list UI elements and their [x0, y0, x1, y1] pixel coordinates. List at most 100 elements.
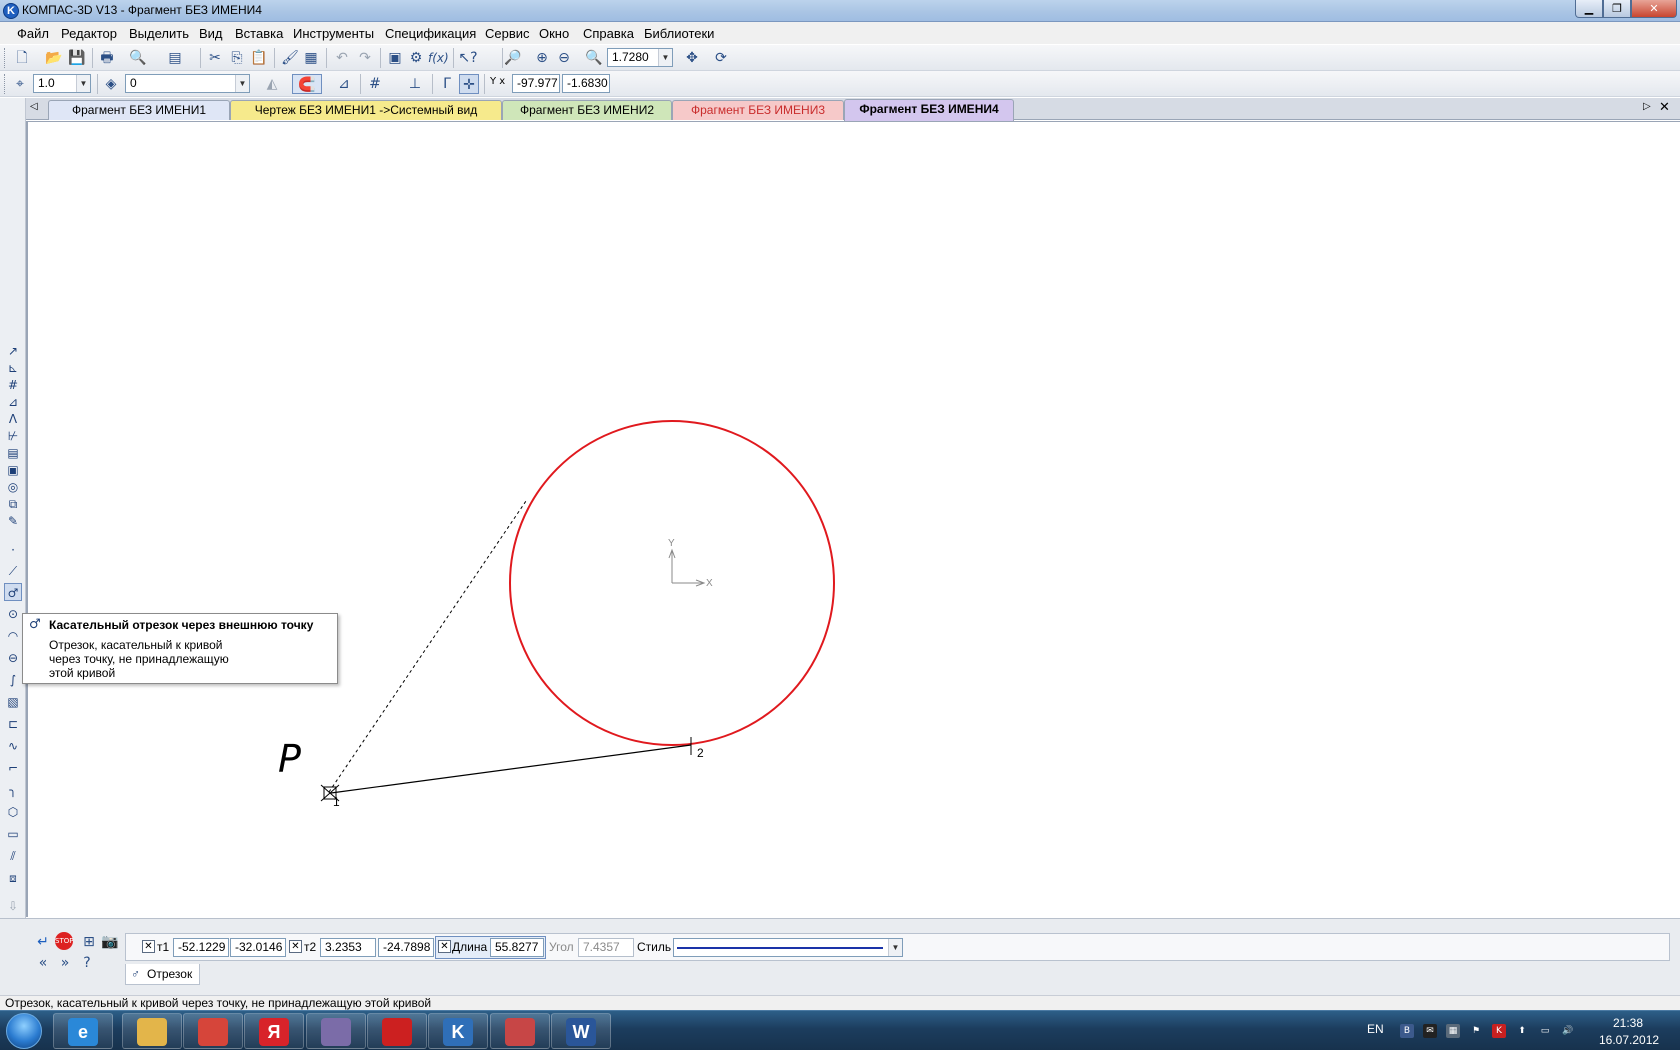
refresh-view-icon[interactable]: ⟳: [711, 48, 731, 68]
properties-icon[interactable]: ▦: [301, 48, 321, 68]
help-pointer-icon[interactable]: ↖?: [458, 48, 478, 68]
cut-icon[interactable]: ✂: [205, 48, 225, 68]
length-input[interactable]: 55.8277: [490, 938, 544, 957]
chevron-down-icon[interactable]: ▼: [888, 939, 902, 956]
point-tool-icon[interactable]: ·: [4, 541, 22, 559]
dimensions-tool-icon[interactable]: ↗: [4, 342, 22, 360]
tray-b-icon[interactable]: B: [1400, 1024, 1414, 1038]
tab-scroll-left-icon[interactable]: ◁: [30, 101, 38, 112]
chamfer-tool-icon[interactable]: ⌐: [4, 759, 22, 777]
drawing-svg[interactable]: 1 2 P Y X: [28, 122, 1680, 917]
close-window-button[interactable]: ✕: [1631, 0, 1677, 18]
t1-x-input[interactable]: -52.1229: [173, 938, 229, 957]
t1-fix-checkbox[interactable]: ✕: [142, 940, 155, 953]
chevron-down-icon[interactable]: ▼: [658, 49, 672, 66]
menu-window[interactable]: Окно: [539, 26, 569, 41]
redo-icon[interactable]: ↷: [355, 48, 375, 68]
menu-service[interactable]: Сервис: [485, 26, 530, 41]
zoom-combo[interactable]: 1.7280 ▼: [607, 48, 673, 67]
menu-help[interactable]: Справка: [583, 26, 634, 41]
menu-editor[interactable]: Редактор: [61, 26, 117, 41]
tangent-segment-line[interactable]: [330, 744, 692, 794]
snap-point-icon[interactable]: ⊞: [79, 932, 99, 952]
new-document-icon[interactable]: 🗋: [12, 48, 32, 68]
hatch-tool-icon[interactable]: ▧: [4, 693, 22, 711]
curve-tool-icon[interactable]: ∿: [4, 737, 22, 755]
tray-arrow-icon[interactable]: ⬆: [1515, 1024, 1529, 1038]
maximize-button[interactable]: ❐: [1603, 0, 1631, 18]
contour-tool-icon[interactable]: ⊏: [4, 715, 22, 733]
line-scale-combo[interactable]: 1.0 ▼: [33, 74, 91, 93]
menu-insert[interactable]: Вставка: [235, 26, 283, 41]
coord-y-field[interactable]: -1.6830: [562, 74, 610, 93]
arc-tool-icon[interactable]: ◠: [4, 627, 22, 645]
create-object-icon[interactable]: ↵: [33, 932, 53, 952]
taskbar-app-record-app[interactable]: [367, 1013, 427, 1049]
equidistant-tool-icon[interactable]: ⫽: [4, 847, 22, 865]
tangent-segment-tool-icon[interactable]: ♂: [4, 583, 22, 601]
snap-magnet-icon[interactable]: 🧲: [292, 74, 322, 94]
menu-libraries[interactable]: Библиотеки: [644, 26, 714, 41]
tray-antivirus-icon[interactable]: K: [1492, 1024, 1506, 1038]
tray-mail-icon[interactable]: ✉: [1423, 1024, 1437, 1038]
taskbar-app-internet-explorer[interactable]: e: [53, 1013, 113, 1049]
parametrization-icon[interactable]: Λ: [4, 410, 22, 428]
tab-drawing-1[interactable]: Чертеж БЕЗ ИМЕНИ1 ->Системный вид: [230, 100, 502, 120]
kompas-app-icon[interactable]: K: [3, 3, 19, 19]
tab-fragment-1[interactable]: Фрагмент БЕЗ ИМЕНИ1: [48, 100, 230, 120]
print-icon[interactable]: 🖶: [97, 48, 117, 68]
reports-icon[interactable]: ◎: [4, 478, 22, 496]
layer-combo[interactable]: 0 ▼: [125, 74, 250, 93]
chevron-down-icon[interactable]: ▼: [76, 75, 90, 92]
tab-fragment-4[interactable]: Фрагмент БЕЗ ИМЕНИ4: [844, 99, 1014, 121]
collect-contour-icon[interactable]: ⧈: [4, 869, 22, 887]
tray-monitor-icon[interactable]: ▭: [1538, 1024, 1552, 1038]
zoom-out-icon[interactable]: ⊖: [554, 48, 574, 68]
line-tool-icon[interactable]: ⟋: [4, 562, 22, 580]
clock-time[interactable]: 21:38: [1613, 1016, 1643, 1030]
line-style-select[interactable]: ▼: [673, 938, 903, 957]
fillet-tool-icon[interactable]: ╮: [4, 781, 22, 799]
tab-fragment-3[interactable]: Фрагмент БЕЗ ИМЕНИ3: [672, 100, 844, 120]
ellipse-tool-icon[interactable]: ⊖: [4, 649, 22, 667]
spec-icon[interactable]: ▣: [4, 461, 22, 479]
t2-y-input[interactable]: -24.7898: [378, 938, 434, 957]
minimize-button[interactable]: ▁: [1575, 0, 1603, 18]
insert-icon[interactable]: ⧉: [4, 495, 22, 513]
pan-icon[interactable]: ✥: [682, 48, 702, 68]
menu-specification[interactable]: Спецификация: [385, 26, 476, 41]
save-icon[interactable]: 💾: [67, 48, 87, 68]
chevron-down-icon[interactable]: ▼: [235, 75, 249, 92]
taskbar-app-yandex[interactable]: Я: [244, 1013, 304, 1049]
language-indicator[interactable]: EN: [1367, 1022, 1384, 1036]
undo-icon[interactable]: ↶: [332, 48, 352, 68]
variables-icon[interactable]: ⚙: [406, 48, 426, 68]
grid-tool-icon[interactable]: #: [4, 376, 22, 394]
rectangle-tool-icon[interactable]: ▭: [4, 825, 22, 843]
paste-icon[interactable]: 📋: [249, 48, 269, 68]
taskbar-app-chrome[interactable]: [183, 1013, 243, 1049]
tray-flag-icon[interactable]: ⚑: [1469, 1024, 1483, 1038]
grid-icon[interactable]: #: [365, 74, 385, 94]
orthogonal-mode-icon[interactable]: Γ: [437, 74, 457, 94]
open-folder-icon[interactable]: 📂: [44, 48, 64, 68]
start-button[interactable]: [6, 1013, 42, 1049]
help-icon[interactable]: ?: [77, 953, 97, 973]
manager-icon[interactable]: ▣: [385, 48, 405, 68]
menu-file[interactable]: Файл: [17, 26, 49, 41]
layers-icon[interactable]: ◈: [101, 74, 121, 94]
edit-tool-icon[interactable]: ⊿: [4, 393, 22, 411]
camera-icon[interactable]: 📷: [100, 932, 120, 952]
toolbar-grip[interactable]: [4, 74, 7, 94]
t2-fix-checkbox[interactable]: ✕: [289, 940, 302, 953]
tab-fragment-2[interactable]: Фрагмент БЕЗ ИМЕНИ2: [502, 100, 672, 120]
ortho-icon[interactable]: ⊿: [334, 74, 354, 94]
measure-icon[interactable]: ⊬: [4, 427, 22, 445]
previous-object-icon[interactable]: «: [33, 953, 53, 973]
taskbar-app-tool-app[interactable]: [490, 1013, 550, 1049]
select-icon[interactable]: ▤: [4, 444, 22, 462]
tray-network-icon[interactable]: ▦: [1446, 1024, 1460, 1038]
zoom-in-icon[interactable]: ⊕: [532, 48, 552, 68]
taskbar-app-file-explorer[interactable]: [122, 1013, 182, 1049]
next-object-icon[interactable]: »: [55, 953, 75, 973]
